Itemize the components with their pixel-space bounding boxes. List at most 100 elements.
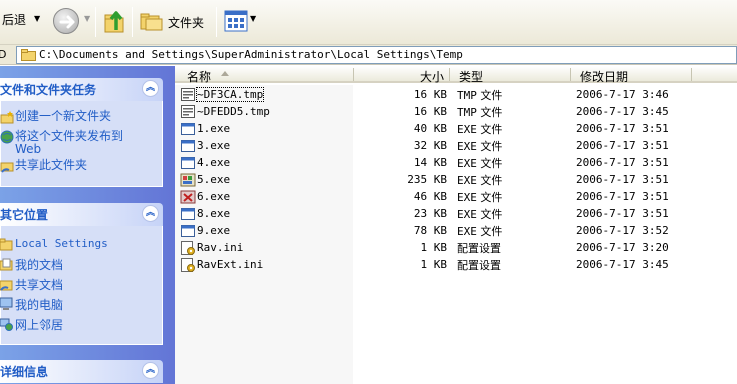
file-row[interactable]: 1.exe 40 KB EXE 文件 2006-7-17 3:51 [175,120,737,137]
views-dropdown-icon[interactable]: ▼ [250,14,256,23]
file-name[interactable]: 4.exe [197,156,230,169]
shared-documents-icon [0,280,13,291]
file-size: 23 KB [413,207,447,220]
file-row[interactable]: 4.exe 14 KB EXE 文件 2006-7-17 3:51 [175,154,737,171]
file-modified-date: 2006-7-17 3:51 [576,173,669,186]
forward-button[interactable] [53,8,79,34]
file-row[interactable]: 8.exe 23 KB EXE 文件 2006-7-17 3:51 [175,205,737,222]
place-my-documents[interactable]: 我的文档 [0,256,64,273]
tmp-file-icon [181,105,195,118]
file-type-extension: EXE [457,174,477,187]
my-computer-icon [0,297,13,310]
place-local-settings[interactable]: Local Settings [0,236,108,251]
details-panel-header[interactable]: 详细信息 ︽ [0,360,163,383]
address-bar: D C:\Documents and Settings\SuperAdminis… [0,45,737,65]
file-type-extension: EXE [457,157,477,170]
file-modified-date: 2006-7-17 3:51 [576,139,669,152]
task-new-folder-label: 创建一个新文件夹 [15,109,112,123]
file-row[interactable]: ~DF3CA.tmp 16 KB TMP 文件 2006-7-17 3:46 [175,86,737,103]
address-label: D [0,48,7,61]
file-size: 32 KB [413,139,447,152]
toolbar-separator [216,7,217,37]
places-panel-header[interactable]: 其它位置 ︽ [0,203,163,226]
file-type: 配置设置 [457,240,501,256]
file-modified-date: 2006-7-17 3:45 [576,105,669,118]
file-name[interactable]: ~DFEDD5.tmp [197,105,270,118]
place-my-documents-label: 我的文档 [15,258,64,272]
collapse-chevron-icon[interactable]: ︽ [142,80,159,97]
exe-window-icon [181,157,195,169]
folders-button[interactable]: 文件夹 [168,14,204,31]
tasks-panel-header[interactable]: 文件和文件夹任务 ︽ [0,78,163,101]
column-divider[interactable] [449,68,450,81]
exe-window-icon [181,208,195,220]
file-name[interactable]: 3.exe [197,139,230,152]
place-my-computer[interactable]: 我的电脑 [0,296,63,313]
file-name[interactable]: 1.exe [197,122,230,135]
file-name[interactable]: 6.exe [197,190,230,203]
collapse-chevron-icon[interactable]: ︽ [142,205,159,222]
column-divider[interactable] [570,68,571,81]
file-name[interactable]: 8.exe [197,207,230,220]
file-modified-date: 2006-7-17 3:51 [576,122,669,135]
exe-window-icon [181,123,195,135]
new-folder-icon [0,111,14,124]
folders-icon[interactable] [140,11,164,31]
toolbar-separator [132,7,133,37]
column-header-name[interactable]: 名称 [187,68,211,85]
file-row[interactable]: ~DFEDD5.tmp 16 KB TMP 文件 2006-7-17 3:45 [175,103,737,120]
file-row[interactable]: 5.exe 235 KB EXE 文件 2006-7-17 3:51 [175,171,737,188]
address-input[interactable]: C:\Documents and Settings\SuperAdministr… [16,46,737,64]
collapse-chevron-icon[interactable]: ︽ [142,362,159,379]
column-header-modified[interactable]: 修改日期 [580,68,628,85]
exe-red-icon [180,190,196,204]
file-type-word: 文件 [480,225,503,238]
file-name[interactable]: RavExt.ini [197,258,263,271]
task-publish-web[interactable]: 将这个文件夹发布到 Web [0,130,123,156]
column-header-type[interactable]: 类型 [459,68,483,85]
sort-ascending-icon [221,71,229,76]
network-places-icon [0,318,13,331]
file-name[interactable]: 9.exe [197,224,230,237]
back-button[interactable]: 后退 [2,11,26,28]
address-path: C:\Documents and Settings\SuperAdministr… [39,48,463,61]
place-network-places[interactable]: 网上邻居 [0,316,63,333]
forward-icon [59,15,75,29]
views-icon[interactable] [224,10,248,32]
file-type: EXE 文件 [457,172,502,188]
file-row[interactable]: Rav.ini 1 KB 配置设置 2006-7-17 3:20 [175,239,737,256]
back-dropdown-icon[interactable]: ▼ [34,14,40,23]
file-list: 名称 大小 类型 修改日期 ~DF3CA.tmp 16 KB TMP 文件 2006-… [175,66,737,384]
file-type: 配置设置 [457,257,501,273]
file-type-word: 文件 [480,89,503,102]
places-panel-title: 其它位置 [0,208,49,222]
up-folder-icon[interactable] [103,8,127,34]
task-share-folder[interactable]: 共享此文件夹 [0,159,87,173]
file-type: EXE 文件 [457,206,502,222]
file-row[interactable]: RavExt.ini 1 KB 配置设置 2006-7-17 3:45 [175,256,737,273]
place-shared-documents-label: 共享文档 [15,278,64,292]
exe-colorful-icon [180,173,196,187]
file-size: 235 KB [407,173,447,186]
file-type: EXE 文件 [457,223,502,239]
file-type: EXE 文件 [457,121,502,137]
file-name[interactable]: 5.exe [197,173,230,186]
file-row[interactable]: 6.exe 46 KB EXE 文件 2006-7-17 3:51 [175,188,737,205]
file-type: EXE 文件 [457,138,502,154]
share-folder-icon [0,162,14,173]
file-type-extension: TMP [457,89,477,102]
file-name[interactable]: Rav.ini [197,241,243,254]
task-new-folder[interactable]: 创建一个新文件夹 [0,109,112,124]
file-row[interactable]: 3.exe 32 KB EXE 文件 2006-7-17 3:51 [175,137,737,154]
file-modified-date: 2006-7-17 3:46 [576,88,669,101]
place-shared-documents[interactable]: 共享文档 [0,276,64,293]
file-name[interactable]: ~DF3CA.tmp [195,87,265,102]
file-type-word: 文件 [480,123,503,136]
file-size: 1 KB [420,258,448,271]
column-header-size[interactable]: 大小 [420,68,444,85]
forward-dropdown-icon[interactable]: ▼ [84,14,90,23]
column-divider[interactable] [353,68,354,81]
file-row[interactable]: 9.exe 78 KB EXE 文件 2006-7-17 3:52 [175,222,737,239]
file-type-word: 文件 [480,140,503,153]
column-divider[interactable] [691,68,692,81]
